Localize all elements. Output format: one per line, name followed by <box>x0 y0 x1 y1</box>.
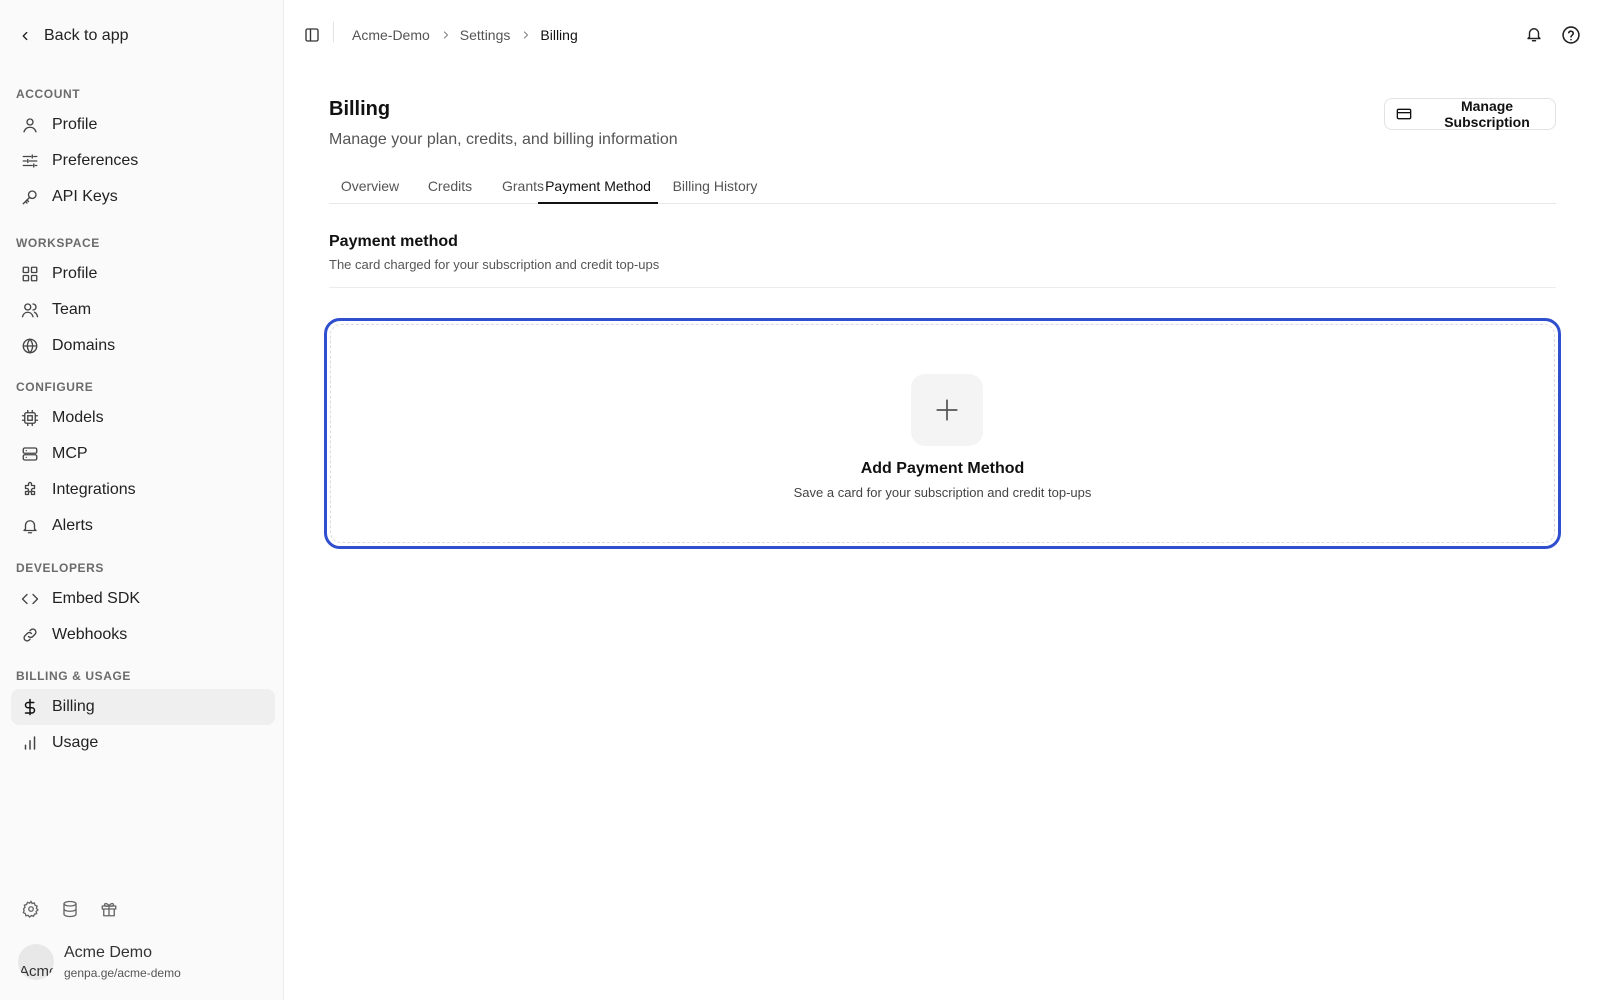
sidebar-item-label: Embed SDK <box>52 590 141 607</box>
dashed-drop-area: Add Payment Method Save a card for your … <box>330 324 1555 543</box>
tab-overview[interactable]: Overview <box>329 170 411 204</box>
back-to-app-link[interactable]: Back to app <box>18 22 129 50</box>
sidebar-item-label: Profile <box>52 116 98 133</box>
back-to-app-label: Back to app <box>44 27 129 44</box>
key-icon <box>20 187 40 207</box>
section-label-developers: DEVELOPERS <box>16 561 105 575</box>
tab-payment-method[interactable]: Payment Method <box>538 170 658 204</box>
chevron-right-icon <box>440 29 452 41</box>
tab-billing-history[interactable]: Billing History <box>665 170 765 204</box>
link-icon <box>20 625 40 645</box>
sidebar-item-label: Models <box>52 409 104 426</box>
server-icon <box>20 444 40 464</box>
sidebar-item-label: MCP <box>52 445 88 462</box>
sidebar-item-account-profile[interactable]: Profile <box>11 107 275 143</box>
sidebar-item-models[interactable]: Models <box>11 400 275 436</box>
users-icon <box>20 300 40 320</box>
sidebar-item-embed-sdk[interactable]: Embed SDK <box>11 581 275 617</box>
sidebar-toggle-icon[interactable] <box>303 26 321 44</box>
globe-icon <box>20 336 40 356</box>
avatar: Acme <box>18 944 54 980</box>
database-icon[interactable] <box>61 900 79 918</box>
sidebar-item-label: Billing <box>52 698 95 715</box>
sidebar-item-alerts[interactable]: Alerts <box>11 508 275 544</box>
breadcrumb-item-billing: Billing <box>540 27 578 43</box>
sidebar-item-label: API Keys <box>52 188 118 205</box>
user-handle: genpa.ge/acme-demo <box>64 966 181 980</box>
sliders-icon <box>20 151 40 171</box>
page-subtitle: Manage your plan, credits, and billing i… <box>329 131 678 148</box>
gift-icon[interactable] <box>100 900 118 918</box>
sidebar-item-label: Webhooks <box>52 626 128 643</box>
plus-icon <box>911 374 983 446</box>
sidebar-item-billing[interactable]: Billing <box>11 689 275 725</box>
section-label-workspace: WORKSPACE <box>16 236 100 250</box>
page-title: Billing <box>329 98 391 120</box>
manage-subscription-button[interactable]: Manage Subscription <box>1384 98 1556 130</box>
sidebar-footer-icons <box>22 900 118 918</box>
manage-subscription-label: Manage Subscription <box>1444 98 1530 130</box>
chevron-left-icon <box>18 29 32 43</box>
sidebar-item-label: Preferences <box>52 152 139 169</box>
user-icon <box>20 115 40 135</box>
payment-method-description: The card charged for your subscription a… <box>329 257 660 272</box>
chevron-right-icon <box>520 29 532 41</box>
bar-chart-icon <box>20 733 40 753</box>
topbar-divider <box>333 22 334 42</box>
sidebar-item-label: Usage <box>52 734 99 751</box>
sidebar-item-label: Alerts <box>52 517 93 534</box>
sidebar-item-label: Profile <box>52 265 98 282</box>
sidebar-item-label: Domains <box>52 337 116 354</box>
credit-card-icon <box>1396 106 1412 122</box>
bell-icon <box>20 516 40 536</box>
notifications-bell-icon[interactable] <box>1525 25 1545 45</box>
sidebar-item-domains[interactable]: Domains <box>11 328 275 364</box>
dollar-icon <box>20 697 40 717</box>
tab-credits[interactable]: Credits <box>411 170 489 204</box>
sidebar-item-workspace-profile[interactable]: Profile <box>11 256 275 292</box>
puzzle-icon <box>20 480 40 500</box>
user-name: Acme Demo <box>64 944 153 961</box>
sidebar-item-team[interactable]: Team <box>11 292 275 328</box>
billing-tabs: Overview Credits Grants Payment Method B… <box>329 170 1556 204</box>
sidebar-item-label: Integrations <box>52 481 136 498</box>
breadcrumb-item-workspace[interactable]: Acme-Demo <box>352 27 430 43</box>
payment-method-heading: Payment method <box>329 233 458 250</box>
code-icon <box>20 589 40 609</box>
sidebar: Back to app ACCOUNT Profile Preferences … <box>0 0 284 1000</box>
sidebar-item-label: Team <box>52 301 92 318</box>
section-divider <box>329 287 1556 288</box>
add-payment-method-title: Add Payment Method <box>860 460 1025 477</box>
gear-icon[interactable] <box>22 900 40 918</box>
sidebar-item-mcp[interactable]: MCP <box>11 436 275 472</box>
sidebar-item-integrations[interactable]: Integrations <box>11 472 275 508</box>
breadcrumb: Acme-Demo Settings Billing <box>352 24 578 46</box>
cpu-icon <box>20 408 40 428</box>
section-label-billing-usage: BILLING & USAGE <box>16 669 132 683</box>
grid-icon <box>20 264 40 284</box>
section-label-configure: CONFIGURE <box>16 380 94 394</box>
add-payment-method-subtitle: Save a card for your subscription and cr… <box>793 485 1092 500</box>
sidebar-item-usage[interactable]: Usage <box>11 725 275 761</box>
sidebar-item-api-keys[interactable]: API Keys <box>11 179 275 215</box>
help-icon[interactable] <box>1561 25 1581 45</box>
sidebar-item-preferences[interactable]: Preferences <box>11 143 275 179</box>
breadcrumb-item-settings[interactable]: Settings <box>460 27 511 43</box>
avatar-alt-text: Acme <box>19 963 54 980</box>
add-payment-method-card[interactable]: Add Payment Method Save a card for your … <box>324 318 1561 549</box>
sidebar-item-webhooks[interactable]: Webhooks <box>11 617 275 653</box>
section-label-account: ACCOUNT <box>16 87 81 101</box>
user-account[interactable]: Acme Acme Demo genpa.ge/acme-demo <box>18 944 181 980</box>
